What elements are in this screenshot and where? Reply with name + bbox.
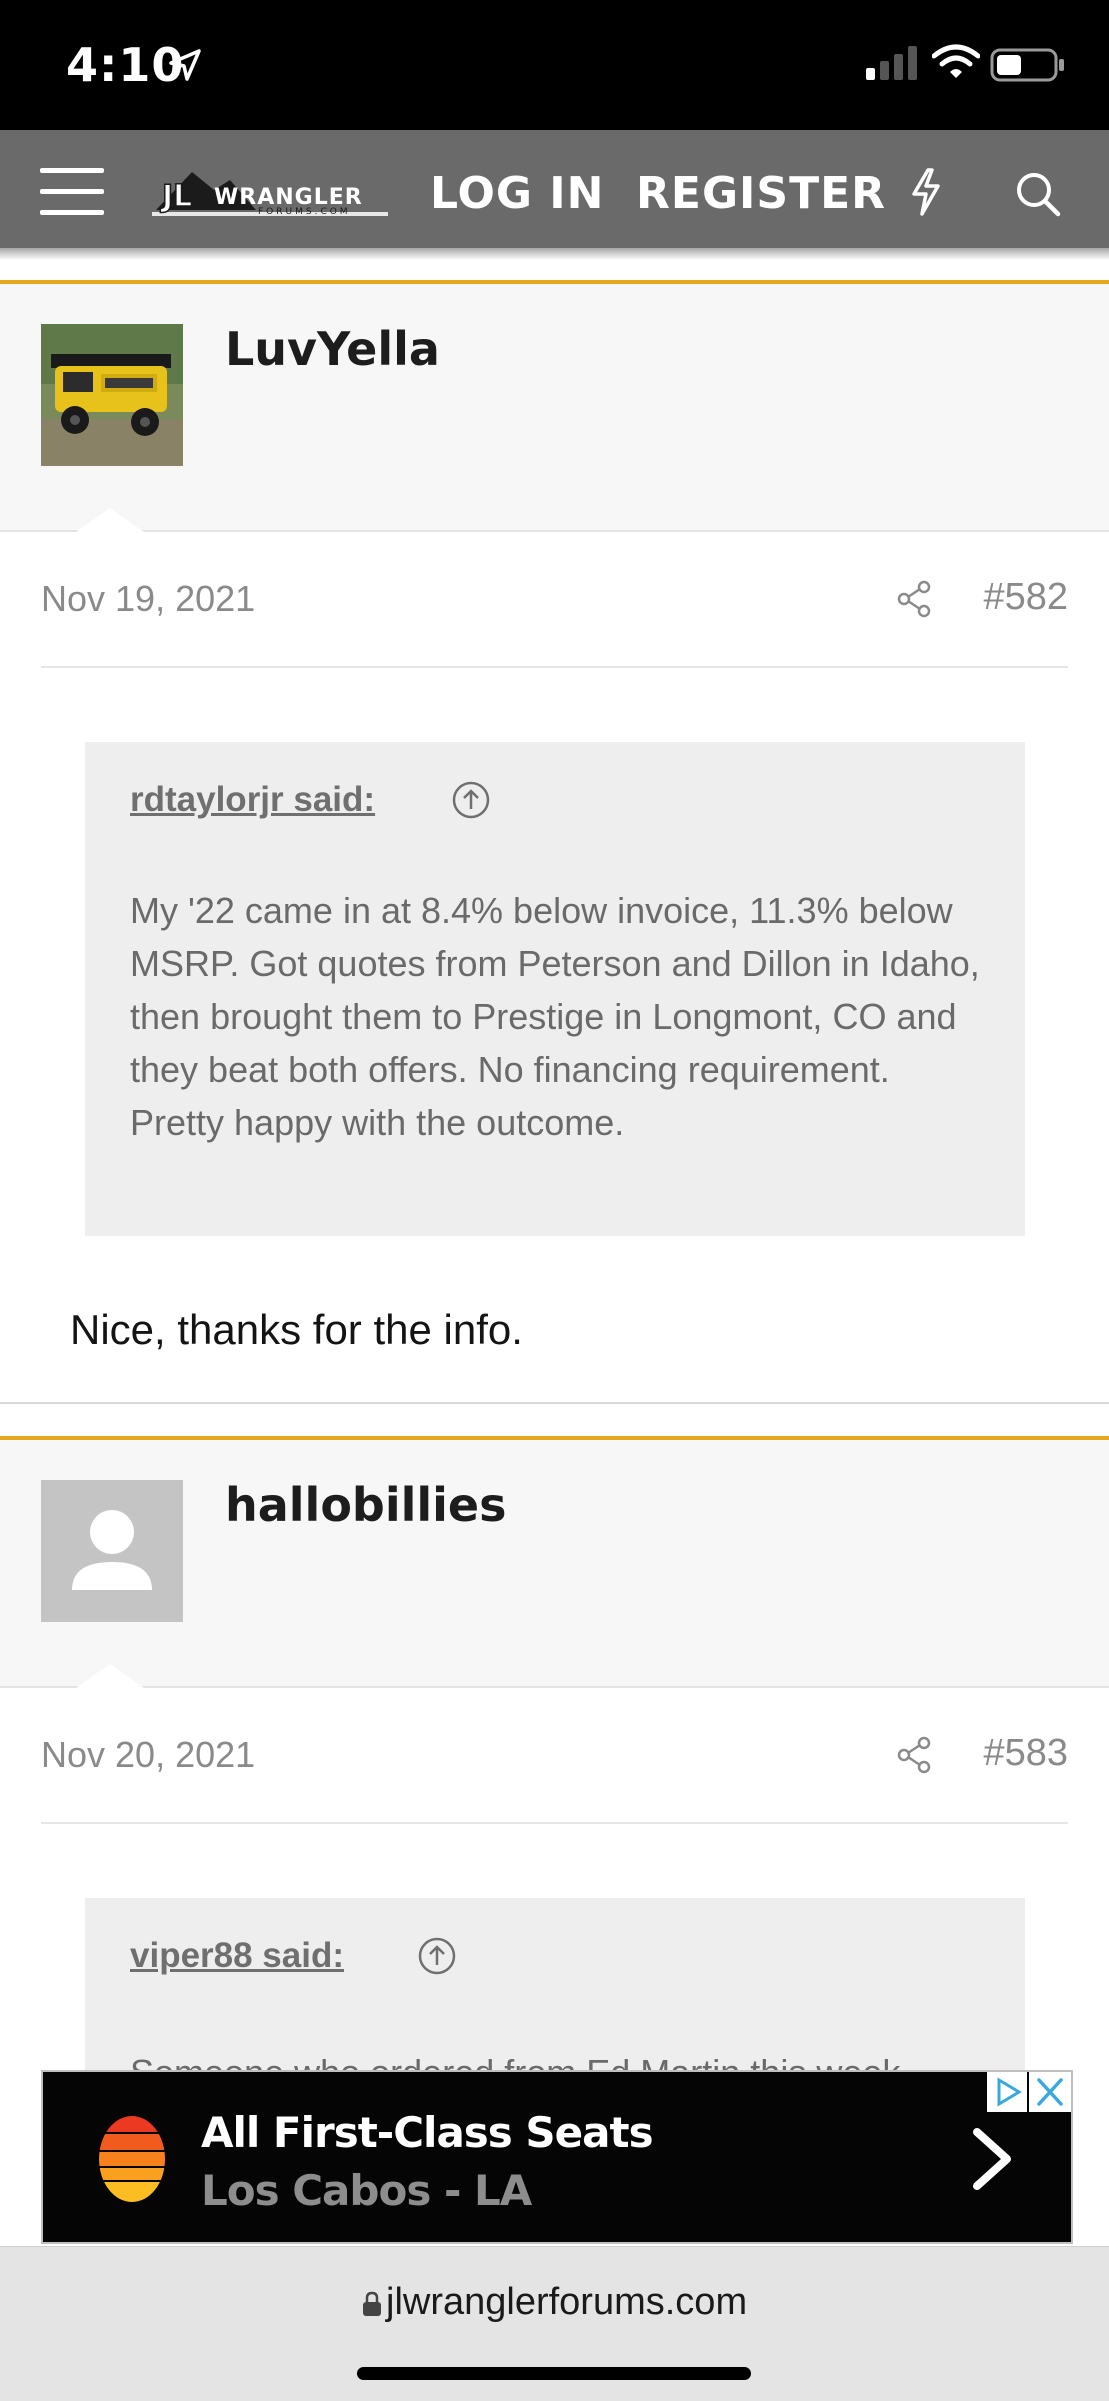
ad-subtitle[interactable]: Los Cabos - LA [201, 2166, 532, 2215]
post-meta: Nov 20, 2021 #583 [41, 1688, 1068, 1824]
quote-block: rdtaylorjr said: My '22 came in at 8.4% … [85, 742, 1025, 1236]
share-icon[interactable] [896, 580, 934, 623]
clock: 4:10 [66, 38, 185, 92]
quote-author-link[interactable]: viper88 said: [130, 1936, 344, 1976]
browser-address-bar[interactable]: jlwranglerforums.com [0, 2246, 1109, 2401]
post-number[interactable]: #583 [983, 1732, 1068, 1775]
avatar[interactable] [41, 324, 183, 466]
quote-author-link[interactable]: rdtaylorjr said: [130, 780, 375, 820]
airline-logo-icon [97, 2114, 167, 2209]
quote-text: My '22 came in at 8.4% below invoice, 11… [130, 890, 980, 1143]
battery-icon [990, 48, 1066, 87]
post-number[interactable]: #582 [983, 576, 1068, 619]
user-pointer [76, 1664, 144, 1688]
ad-choices-icon[interactable] [987, 2072, 1027, 2112]
post-body: Nice, thanks for the info. [70, 1306, 523, 1353]
header-shadow [0, 248, 1109, 260]
post-meta: Nov 19, 2021 #582 [41, 532, 1068, 668]
go-to-quote-icon[interactable] [417, 1936, 457, 1981]
site-logo[interactable]: JL WRANGLER FORUMS.COM [152, 166, 392, 217]
cellular-signal-icon [866, 46, 918, 85]
site-header: JL WRANGLER FORUMS.COM LOG IN REGISTER [0, 130, 1109, 248]
ad-title[interactable]: All First-Class Seats [201, 2108, 654, 2157]
wifi-icon [931, 44, 981, 85]
chevron-right-icon[interactable] [969, 2126, 1015, 2197]
user-pointer [76, 508, 144, 532]
login-link[interactable]: LOG IN [430, 168, 605, 219]
username[interactable]: hallobillies [225, 1478, 507, 1532]
svg-text:JL: JL [160, 179, 192, 214]
location-arrow-icon [168, 48, 202, 87]
post-user-header: LuvYella [0, 284, 1109, 532]
post-date[interactable]: Nov 20, 2021 [41, 1734, 255, 1776]
lock-icon [362, 2291, 382, 2322]
share-icon[interactable] [896, 1736, 934, 1779]
post-date[interactable]: Nov 19, 2021 [41, 578, 255, 620]
whats-new-bolt-icon[interactable] [908, 168, 944, 221]
ad-banner[interactable]: All First-Class Seats Los Cabos - LA [41, 2070, 1073, 2244]
avatar[interactable] [41, 1480, 183, 1622]
svg-text:FORUMS.COM: FORUMS.COM [258, 207, 351, 217]
ad-close-icon[interactable] [1029, 2072, 1071, 2112]
register-link[interactable]: REGISTER [636, 168, 886, 219]
menu-icon[interactable] [40, 168, 104, 216]
post-user-header: hallobillies [0, 1440, 1109, 1688]
go-to-quote-icon[interactable] [451, 780, 491, 825]
post-divider [0, 1402, 1109, 1404]
home-indicator[interactable] [357, 2367, 751, 2380]
search-icon[interactable] [1014, 170, 1062, 223]
url-text[interactable]: jlwranglerforums.com [386, 2281, 747, 2324]
username[interactable]: LuvYella [225, 322, 440, 376]
status-bar: 4:10 [0, 0, 1109, 130]
